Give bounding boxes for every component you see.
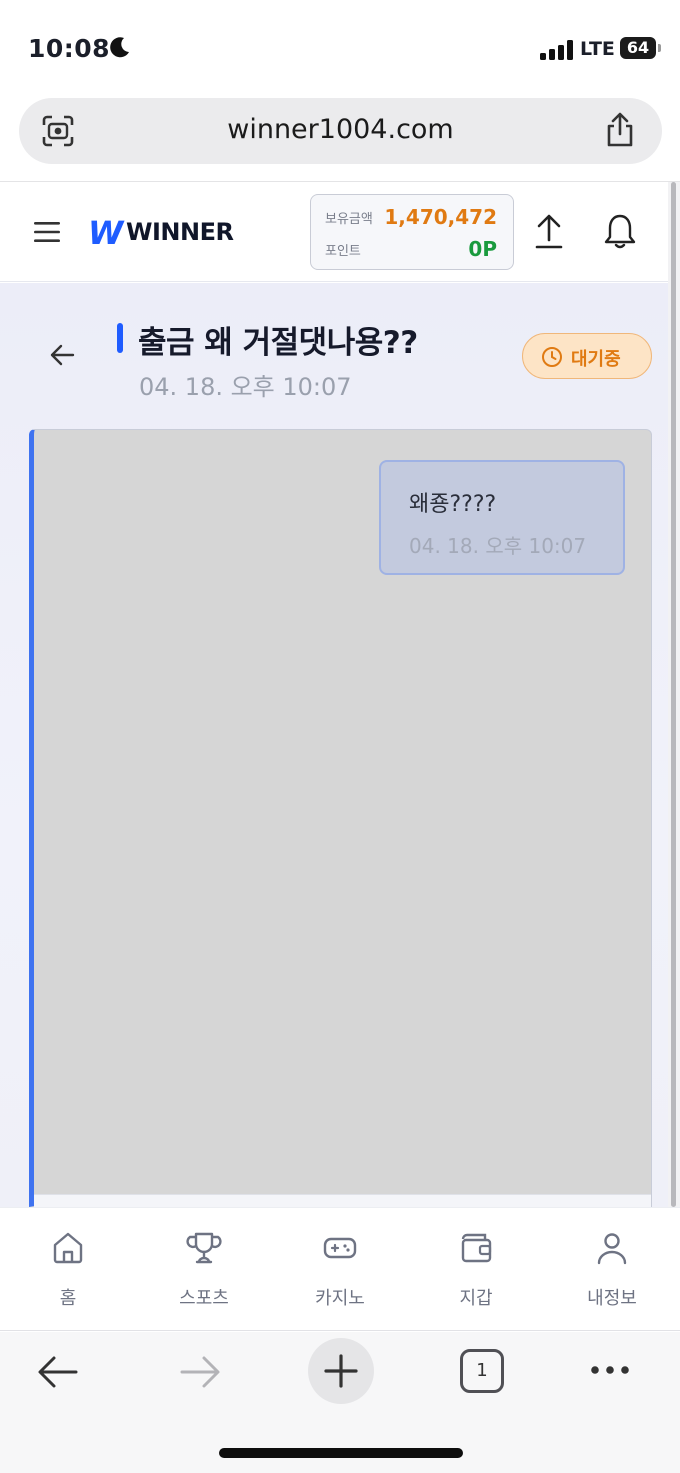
balance-panel[interactable]: 보유금액 1,470,472 포인트 0P (310, 194, 514, 270)
scrollbar-thumb[interactable] (671, 182, 676, 1207)
more-icon[interactable] (588, 1358, 632, 1382)
balance-value: 1,470,472 (384, 205, 497, 229)
nav-item-home[interactable]: 홈 (0, 1208, 136, 1332)
back-arrow-icon[interactable] (48, 341, 76, 369)
url-text[interactable]: winner1004.com (19, 114, 662, 145)
nav-label-casino: 카지노 (315, 1288, 365, 1309)
logo-text[interactable]: WINNER (126, 218, 234, 246)
points-label: 포인트 (325, 244, 361, 259)
status-label: 대기중 (571, 349, 621, 370)
site-header: W WINNER 보유금액 1,470,472 포인트 0P (0, 182, 668, 282)
upload-icon[interactable] (534, 212, 564, 250)
battery-indicator: 64 (620, 37, 661, 59)
message-text: 왜죵???? (409, 492, 497, 517)
signal-icon (540, 40, 573, 60)
nav-item-profile[interactable]: 내정보 (544, 1208, 680, 1332)
menu-icon[interactable] (34, 222, 60, 242)
plus-icon (324, 1354, 358, 1388)
network-type: LTE (580, 38, 615, 60)
trophy-icon (186, 1232, 222, 1264)
tab-switcher-button[interactable]: 1 (460, 1349, 504, 1393)
home-indicator (219, 1448, 463, 1458)
address-bar[interactable]: winner1004.com (19, 98, 662, 164)
forward-icon[interactable] (178, 1354, 222, 1390)
message-thread: 왜죵???? 04. 18. 오후 10:07 (29, 429, 652, 1207)
nav-label-profile: 내정보 (587, 1288, 637, 1309)
share-icon[interactable] (604, 112, 636, 148)
bell-icon[interactable] (603, 212, 637, 250)
message-bubble: 왜죵???? 04. 18. 오후 10:07 (379, 460, 625, 575)
home-icon (53, 1232, 83, 1264)
status-badge: 대기중 (522, 333, 652, 379)
new-tab-button[interactable] (308, 1338, 374, 1404)
message-time: 04. 18. 오후 10:07 (409, 534, 587, 558)
bottom-nav: 홈 스포츠 카지노 지갑 내정보 (0, 1207, 680, 1331)
clock-icon (542, 347, 562, 367)
user-icon (597, 1233, 627, 1265)
status-bar: 10:08 LTE 64 (0, 0, 680, 96)
thread-footer (34, 1194, 651, 1207)
gamepad-icon (323, 1237, 357, 1259)
page-title: 출금 왜 거절댓나용?? (138, 325, 418, 361)
browser-toolbar: 1 (0, 1332, 680, 1473)
moon-icon (110, 37, 129, 58)
clock: 10:08 (28, 34, 111, 63)
inquiry-detail: 출금 왜 거절댓나용?? 04. 18. 오후 10:07 대기중 왜죵????… (0, 283, 668, 1207)
page-scrollbar[interactable] (668, 182, 680, 1207)
nav-label-wallet: 지갑 (459, 1288, 493, 1309)
nav-label-home: 홈 (59, 1288, 77, 1309)
post-date: 04. 18. 오후 10:07 (139, 373, 352, 401)
logo-mark[interactable]: W (88, 214, 123, 252)
wallet-icon (461, 1233, 492, 1263)
nav-item-casino[interactable]: 카지노 (272, 1208, 408, 1332)
nav-item-wallet[interactable]: 지갑 (408, 1208, 544, 1332)
title-accent-bar (117, 323, 123, 353)
points-value: 0P (468, 237, 497, 261)
back-icon[interactable] (36, 1354, 80, 1390)
nav-label-sports: 스포츠 (179, 1288, 229, 1309)
nav-item-sports[interactable]: 스포츠 (136, 1208, 272, 1332)
balance-label: 보유금액 (325, 212, 373, 227)
